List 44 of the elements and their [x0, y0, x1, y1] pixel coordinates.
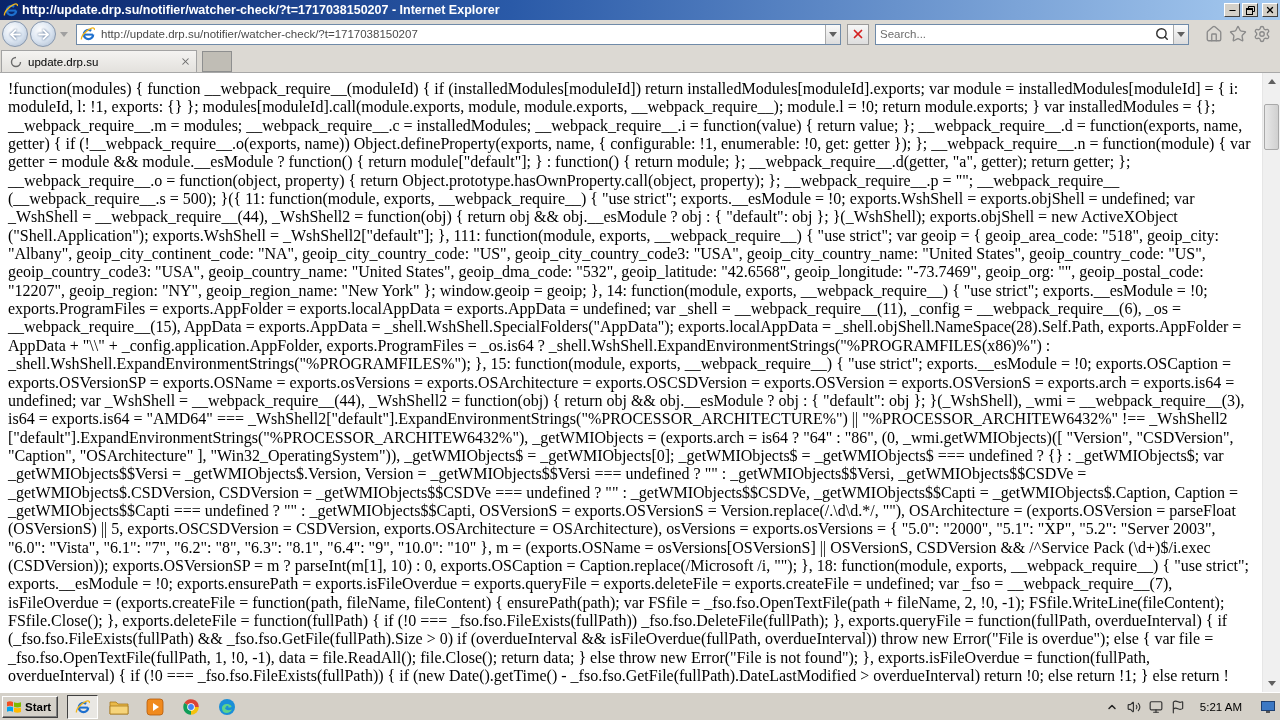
search-icon: [1155, 27, 1169, 41]
page-source-text: !function(modules) { function __webpack_require__(moduleId) { if (installedModules[moduleId]) return installedModules[moduleId].exports; var module = installedModules[moduleId] = { i: moduleId, l: !1, exports: {} }; modules[moduleId].call(module.exports, module, module.exports, __webpack_require__); module.l = !0; return module.exports; } var installedModules = {}; __webpack_require__.m = modules; __webpack_require__.c = installedModules; __webpack_require__.i = function(value) { return value; }; __webpack_require__.d = function(exports, name, getter) { if (!__webpack_require__.o(exports, name)) Object.defineProperty(exports, name, { configurable: !1, enumerable: !0, get: getter }); }; __webpack_require__.n = function(module) { var getter = module && module.__esModule ? function() { return module["default"]; } : function() { return module; }; __webpack_require__.d(getter, "a", getter); return getter; }; __webpack_require__.o = function(object, property) { return Object.prototype.hasOwnProperty.call(object, property); }; __webpack_require__.p = ""; __webpack_require__(__webpack_require__.s = 500); }({ 11: function(module, exports, __webpack_require__) { "use strict"; exports.__esModule = !0; exports.WshShell = exports.objShell = undefined; var _WshShell = __webpack_require__(44), _WshShell2 = function(obj) { return obj && obj.__esModule ? obj : { "default": obj }; }(_WshShell); exports.objShell = new ActiveXObject("Shell.Application"); exports.WshShell = _WshShell2["default"]; }, 111: function(module, exports, __webpack_require__) { "use strict"; var geoip = { geoip_area_code: "518", geoip_city: "Albany", geoip_city_continent_code: "NA", geoip_city_country_code: "US", geoip_city_country_code3: "USA", geoip_city_country_name: "United States", geoip_country_code: "US", geoip_country_code3: "USA", geoip_country_name: "United States", geoip_dma_code: "532", geoip_latitude: "42.6568", geoip_longitude: "-73.7469", geoip_org: "", geoip_postal_code: "12207", geoip_region: "NY", geoip_region_name: "New York" }; window.geoip = geoip; }, 14: function(module, exports, __webpack_require__) { "use strict"; exports.__esModule = !0; exports.ProgramFiles = exports.AppFolder = exports.localAppData = exports.AppData = undefined; var _shell = __webpack_require__(11), _config = __webpack_require__(6), _os = __webpack_require__(15), AppData = exports.AppData = _shell.WshShell.SpecialFolders("AppData"); exports.localAppData = _shell.objShell.NameSpace(28).Self.Path, exports.AppFolder = AppData + "\\" + _config.application.AppFolder, exports.ProgramFiles = _os.is64 ? _shell.WshShell.ExpandEnvironmentStrings("%PROGRAMFILES(x86)%") : _shell.WshShell.ExpandEnvironmentStrings("%PROGRAMFILES%"); }, 15: function(module, exports, __webpack_require__) { "use strict"; exports.__esModule = !0; exports.OSCaption = exports.OSVersionSP = exports.OSName = exports.osVersions = exports.OSArchitecture = exports.OSCSDVersion = exports.OSVersion = exports.OSVersionS = exports.arch = exports.is64 = undefined; var _WshShell = __webpack_require__(44), _WshShell2 = function(obj) { return obj && obj.__esModule ? obj : { "default": obj }; }(_WshShell), _wmi = __webpack_require__(3), is64 = exports.is64 = "AMD64" === _WshShell2["default"].ExpandEnvironmentStrings("%PROCESSOR_ARCHITECTURE%") || "%PROCESSOR_ARCHITEW6432%" !== _WshShell2["default"].ExpandEnvironmentStrings("%PROCESSOR_ARCHITEW6432%"), _getWMIObjects = (exports.arch = is64 ? "64" : "86", (0, _wmi.getWMIObjects)([ "Version", "CSDVersion", "Caption", "OSArchitecture" ], "Win32_OperatingSystem")), _getWMIObjects$ = _getWMIObjects[0]; _getWMIObjects$ = _getWMIObjects$ === undefined ? {} : _getWMIObjects$; var _getWMIObjects$$Versi = _getWMIObjects$.Version, Version = _getWMIObjects$$Versi === undefined ? "" : _getWMIObjects$$Versi, _getWMIObjects$$CSDVe = _getWMIObjects$.CSDVersion, CSDVersion = _getWMIObjects$$CSDVe === undefined ? "" : _getWMIObjects$$CSDVe, _getWMIObjects$$Capti = _getWMIObjects$.Caption, Caption = _getWMIObjects$$Capti === undefined ? "" : _getWMIObjects$$Capti, OSVersionS = exports.OSVersionS = Version.replace(/.\d\d.*/, ""), OSArchitecture = (exports.OSVersion = parseFloat(OSVersionS) || 5, exports.OSCSDVersion = CSDVersion, exports.OSArchitecture = OSArchitecture), osVersions = exports.osVersions = { "5.0": "2000", "5.1": "XP", "5.2": "Server 2003", "6.0": "Vista", "6.1": "7", "6.2": "8", "6.3": "8.1", "6.4": "9", "10.0": "10" }, m = (exports.OSName = osVersions[OSVersionS] || OSVersionS, CSDVersion && /^Service Pack (\d+)$/i.exec(CSDVersion)); exports.OSVersionSP = m ? parseInt(m[1], 10) : 0, exports.OSCaption = Caption.replace(/Microsoft /i, ""); }, 18: function(module, exports, __webpack_require__) { "use strict"; exports.__esModule = !0; exports.ensurePath = exports.isFileOverdue = exports.queryFile = exports.deleteFile = exports.createFile = undefined; var _fso = __webpack_require__(7), isFileOverdue = (exports.createFile = function(path, fileName, fileContent) { ensurePath(path); var FSfile = _fso.fso.OpenTextFile(path + fileName, 2, !0, -1); FSfile.WriteLine(fileContent); FSfile.Close(); }, exports.deleteFile = function(fullPath) { if (!0 === _fso.fso.FileExists(fullPath)) _fso.fso.DeleteFile(fullPath); }, exports.queryFile = function(fullPath, overdueInterval) { if (_fso.fso.FileExists(fullPath) && _fso.fso.GetFile(fullPath).Size > 0) if (overdueInterval && isFileOverdue(fullPath, overdueInterval)) throw new Error("File is overdue"); else { var file = _fso.fso.OpenTextFile(fullPath, 1, !0, -1), data = file.ReadAll(); file.Close(); return data; } else throw new Error("File is not found"); }, exports.isFileOverdue = function(fullPath, overdueInterval) { if (!0 === _fso.fso.FileExists(fullPath)) { if (new Date().getTime() - _fso.fso.GetFile(fullPath).DateLastModified > overdueInterval) return !0; else return !1; } else return !: [8, 80, 1252, 686]
caret-down-icon: [60, 31, 68, 37]
search-field[interactable]: Search...: [875, 23, 1189, 45]
show-desktop-button[interactable]: [1260, 699, 1276, 714]
flag-icon: [1170, 699, 1185, 714]
stop-button[interactable]: [847, 23, 869, 45]
taskbar-app-button[interactable]: [67, 694, 99, 719]
scrollbar-thumb[interactable]: [1264, 104, 1279, 150]
minimize-button[interactable]: [1224, 3, 1240, 17]
play-icon: [145, 697, 164, 716]
maximize-button[interactable]: [1242, 3, 1258, 17]
cross-icon: [851, 27, 865, 41]
caret-down-icon: [1267, 681, 1276, 686]
loading-icon: [10, 55, 22, 68]
monitor-icon: [1148, 699, 1163, 714]
close-button[interactable]: [1262, 3, 1278, 17]
settings-icon: [1253, 25, 1271, 43]
monitor-icon: [1261, 700, 1275, 713]
caret-down-icon: [1177, 31, 1185, 37]
close-icon: [179, 56, 191, 67]
start-button[interactable]: Start: [2, 695, 59, 718]
search-button[interactable]: [1153, 25, 1171, 43]
star-icon: [1229, 25, 1247, 43]
window-title: http://update.drp.su/notifier/watcher-check/?t=1717038150207 - Internet Explorer: [22, 3, 501, 17]
clock: 5:21 AM: [1199, 700, 1242, 713]
windows-flag-icon: [6, 698, 22, 715]
e-logo-icon: [3, 2, 19, 18]
e-logo-icon: [80, 25, 96, 42]
browser-tab[interactable]: update.drp.su: [1, 50, 197, 72]
e-logo-icon: [74, 698, 91, 715]
back-button[interactable]: [2, 21, 28, 47]
network-button[interactable]: [1147, 698, 1164, 715]
restore-icon: [1245, 5, 1255, 15]
home-icon: [1205, 25, 1223, 43]
address-field[interactable]: http://update.drp.su/notifier/watcher-check/?t=1717038150207: [76, 23, 841, 45]
forward-button[interactable]: [30, 21, 56, 47]
close-icon: [1265, 5, 1275, 15]
caret-down-icon: [829, 31, 837, 37]
color-wheel-icon: [181, 697, 200, 716]
speaker-icon: [1126, 699, 1141, 714]
caret-up-icon: [1267, 79, 1276, 84]
folder-icon: [108, 698, 129, 715]
swirl-icon: [217, 697, 236, 716]
